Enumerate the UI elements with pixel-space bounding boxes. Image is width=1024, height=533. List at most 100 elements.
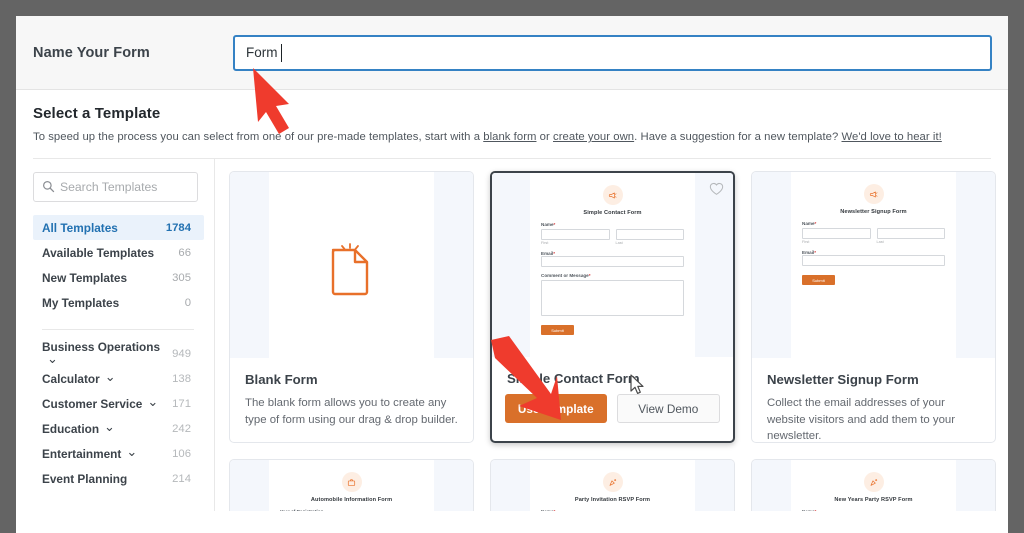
category-label: Event Planning (42, 471, 128, 486)
contact-form-sheet: Simple Contact Form Name* First Last Ema… (530, 173, 695, 357)
category-count: 214 (172, 472, 191, 485)
sidebar-item-count: 0 (184, 296, 191, 309)
sidebar-item-label: All Templates (42, 220, 118, 235)
newsletter-form-sheet: Newsletter Signup Form Name* First Last … (791, 172, 956, 358)
template-card-info: Simple Contact Form (492, 357, 733, 386)
preview-form-title: Automobile Information Form (310, 497, 393, 503)
sidebar-divider (42, 329, 194, 330)
template-preview: Automobile Information Form Year of Regi… (230, 460, 473, 511)
template-preview (230, 172, 473, 358)
category-label: Entertainment (42, 446, 122, 461)
preview-submit-button: Submit (802, 275, 835, 285)
briefcase-icon (341, 472, 362, 492)
preview-first-name-input (802, 228, 871, 239)
template-card-description: Collect the email addresses of your webs… (767, 397, 956, 443)
preview-message-textarea (541, 280, 684, 316)
automobile-form-sheet: Automobile Information Form Year of Regi… (269, 460, 434, 511)
select-template-title: Select a Template (33, 105, 161, 122)
sidebar-item-all-templates[interactable]: All Templates 1784 (33, 215, 204, 240)
favorite-heart-icon[interactable] (709, 182, 724, 196)
template-card-info: Blank Form The blank form allows you to … (230, 358, 473, 428)
sidebar-item-new-templates[interactable]: New Templates 305 (33, 265, 204, 290)
template-grid: Blank Form The blank form allows you to … (229, 171, 999, 511)
template-card-title: Blank Form (245, 372, 318, 387)
category-count: 138 (172, 372, 191, 385)
template-browser: All Templates 1784 Available Templates 6… (16, 159, 1008, 511)
name-your-form-bar: Name Your Form (16, 16, 1008, 90)
view-demo-button[interactable]: View Demo (616, 394, 720, 423)
party-icon (602, 472, 623, 492)
select-template-subtitle: To speed up the process you can select f… (33, 131, 991, 143)
sidebar-category-business-operations[interactable]: Business Operations⌄ 949 (33, 340, 204, 366)
preview-form-title: Party Invitation RSVP Form (574, 497, 651, 503)
preview-field-label: Name* (802, 509, 945, 511)
party-invitation-form-sheet: Party Invitation RSVP Form Name* (530, 460, 695, 511)
preview-field-label: Comment or Message* (541, 273, 591, 278)
template-preview: Newsletter Signup Form Name* First Last … (752, 172, 995, 358)
preview-name-sublabels: First Last (802, 239, 945, 244)
subtitle-text-or: or (536, 131, 554, 143)
sidebar-item-label: New Templates (42, 270, 128, 285)
template-grid-area[interactable]: Blank Form The blank form allows you to … (215, 159, 1008, 511)
sidebar-category-customer-service[interactable]: Customer Service ⌄ 171 (33, 391, 204, 416)
sidebar-item-count: 66 (178, 246, 191, 259)
sidebar-item-available-templates[interactable]: Available Templates 66 (33, 240, 204, 265)
search-templates-box[interactable] (33, 172, 198, 202)
template-card-title: Newsletter Signup Form (767, 372, 919, 387)
use-template-button[interactable]: Use Template (505, 394, 607, 423)
template-card-blank-form[interactable]: Blank Form The blank form allows you to … (229, 171, 474, 443)
love-to-hear-it-link[interactable]: We'd love to hear it! (842, 131, 942, 143)
create-your-own-link[interactable]: create your own (553, 131, 634, 143)
template-card-new-years-party-rsvp-form[interactable]: New Years Party RSVP Form Name* (751, 459, 996, 511)
category-count: 242 (172, 422, 191, 435)
sidebar-category-event-planning[interactable]: Event Planning 214 (33, 466, 204, 491)
template-card-info: Newsletter Signup Form Collect the email… (752, 358, 995, 443)
preview-field-label: Name* (541, 509, 684, 511)
blank-form-link[interactable]: blank form (483, 131, 536, 143)
template-preview: Simple Contact Form Name* First Last Ema… (492, 173, 733, 357)
template-card-title: Simple Contact Form (507, 371, 640, 386)
form-name-input-wrap (233, 34, 992, 71)
template-card-actions: Use Template View Demo (492, 386, 733, 423)
category-count: 106 (172, 447, 191, 460)
sidebar-item-count: 305 (172, 271, 191, 284)
text-caret (281, 43, 282, 62)
template-card-newsletter-signup-form[interactable]: Newsletter Signup Form Name* First Last … (751, 171, 996, 443)
template-card-description: The blank form allows you to create any … (245, 397, 458, 426)
preview-name-row (541, 229, 684, 240)
preview-name-row (802, 228, 945, 239)
category-count: 171 (172, 397, 191, 410)
preview-first-name-input (541, 229, 610, 240)
template-card-automobile-information-form[interactable]: Automobile Information Form Year of Regi… (229, 459, 474, 511)
sidebar-item-count: 1784 (165, 221, 191, 234)
search-templates-input[interactable] (60, 173, 194, 201)
sidebar-item-label: Available Templates (42, 245, 155, 260)
form-name-input[interactable] (233, 34, 992, 71)
blank-form-sheet (269, 172, 434, 358)
preview-first-sublabel: First (541, 241, 549, 245)
name-your-form-label: Name Your Form (33, 44, 150, 61)
sidebar-category-calculator[interactable]: Calculator ⌄ 138 (33, 366, 204, 391)
template-card-party-invitation-rsvp-form[interactable]: Party Invitation RSVP Form Name* (490, 459, 735, 511)
megaphone-icon (863, 184, 884, 204)
form-builder-page: Name Your Form Select a Template To spee… (16, 16, 1008, 533)
preview-last-name-input (615, 229, 684, 240)
preview-field-label: Name* (802, 221, 817, 226)
sidebar-item-label: My Templates (42, 295, 120, 310)
preview-email-input (802, 255, 945, 266)
party-icon (863, 472, 884, 492)
sidebar-item-my-templates[interactable]: My Templates 0 (33, 290, 204, 315)
preview-email-input (541, 256, 684, 267)
preview-field-label: Year of Registration (280, 509, 423, 511)
sidebar-category-entertainment[interactable]: Entertainment ⌄ 106 (33, 441, 204, 466)
sidebar-category-education[interactable]: Education ⌄ 242 (33, 416, 204, 441)
template-category-list: Business Operations⌄ 949 Calculator ⌄ 138… (33, 340, 214, 491)
template-card-simple-contact-form[interactable]: Simple Contact Form Name* First Last Ema… (490, 171, 735, 443)
preview-name-sublabels: First Last (541, 240, 684, 245)
megaphone-icon (602, 185, 623, 205)
preview-last-name-input (876, 228, 945, 239)
template-sidebar: All Templates 1784 Available Templates 6… (16, 159, 215, 511)
select-template-block: Select a Template To speed up the proces… (16, 90, 1008, 159)
preview-form-title: Newsletter Signup Form (840, 209, 907, 215)
subtitle-text-mid: . Have a suggestion for a new template? (634, 131, 842, 143)
